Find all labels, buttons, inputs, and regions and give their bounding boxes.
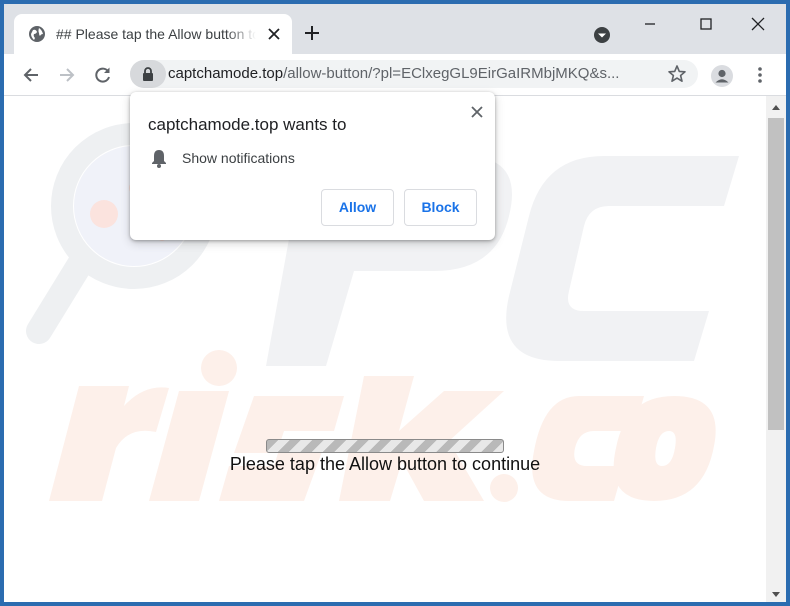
tab-title: ## Please tap the Allow button to contin… xyxy=(56,26,256,42)
block-button[interactable]: Block xyxy=(404,189,477,226)
minimize-icon[interactable] xyxy=(638,12,662,36)
maximize-icon[interactable] xyxy=(694,12,718,36)
vertical-scrollbar[interactable] xyxy=(766,96,786,602)
scroll-up-arrow-icon[interactable] xyxy=(771,100,781,110)
globe-icon xyxy=(28,25,46,43)
popup-title: captchamode.top wants to xyxy=(148,115,347,134)
permission-label: Show notifications xyxy=(182,150,295,166)
notification-permission-popup: captchamode.top wants to Show notificati… xyxy=(130,92,495,240)
address-bar[interactable]: captchamode.top/allow-button/?pl=EClxegG… xyxy=(130,60,698,88)
menu-icon[interactable] xyxy=(750,65,770,85)
close-icon[interactable] xyxy=(266,26,282,42)
lock-icon[interactable] xyxy=(130,60,166,88)
back-icon[interactable] xyxy=(21,65,41,85)
new-tab-icon[interactable] xyxy=(302,23,322,43)
star-icon[interactable] xyxy=(667,64,687,84)
progress-bar xyxy=(266,439,504,453)
tab-search-icon[interactable] xyxy=(592,25,612,45)
bell-icon xyxy=(150,148,168,168)
browser-window: ## Please tap the Allow button to contin… xyxy=(4,4,786,602)
url-path: /allow-button/?pl=EClxegGL9EirGaIRMbjMKQ… xyxy=(283,65,620,82)
url-text[interactable]: captchamode.top/allow-button/?pl=EClxegG… xyxy=(168,65,658,85)
url-host: captchamode.top xyxy=(168,65,284,82)
forward-icon[interactable] xyxy=(57,65,77,85)
allow-button[interactable]: Allow xyxy=(321,189,394,226)
close-window-icon[interactable] xyxy=(746,12,770,36)
page-message: Please tap the Allow button to continue xyxy=(229,454,541,474)
scroll-down-arrow-icon[interactable] xyxy=(771,586,781,597)
tab-strip: ## Please tap the Allow button to contin… xyxy=(4,4,786,54)
reload-icon[interactable] xyxy=(93,65,113,85)
browser-tab[interactable]: ## Please tap the Allow button to contin… xyxy=(14,14,292,54)
profile-icon[interactable] xyxy=(711,65,733,87)
close-icon[interactable] xyxy=(470,105,484,119)
browser-toolbar: captchamode.top/allow-button/?pl=EClxegG… xyxy=(4,54,786,96)
scrollbar-thumb[interactable] xyxy=(768,118,784,430)
